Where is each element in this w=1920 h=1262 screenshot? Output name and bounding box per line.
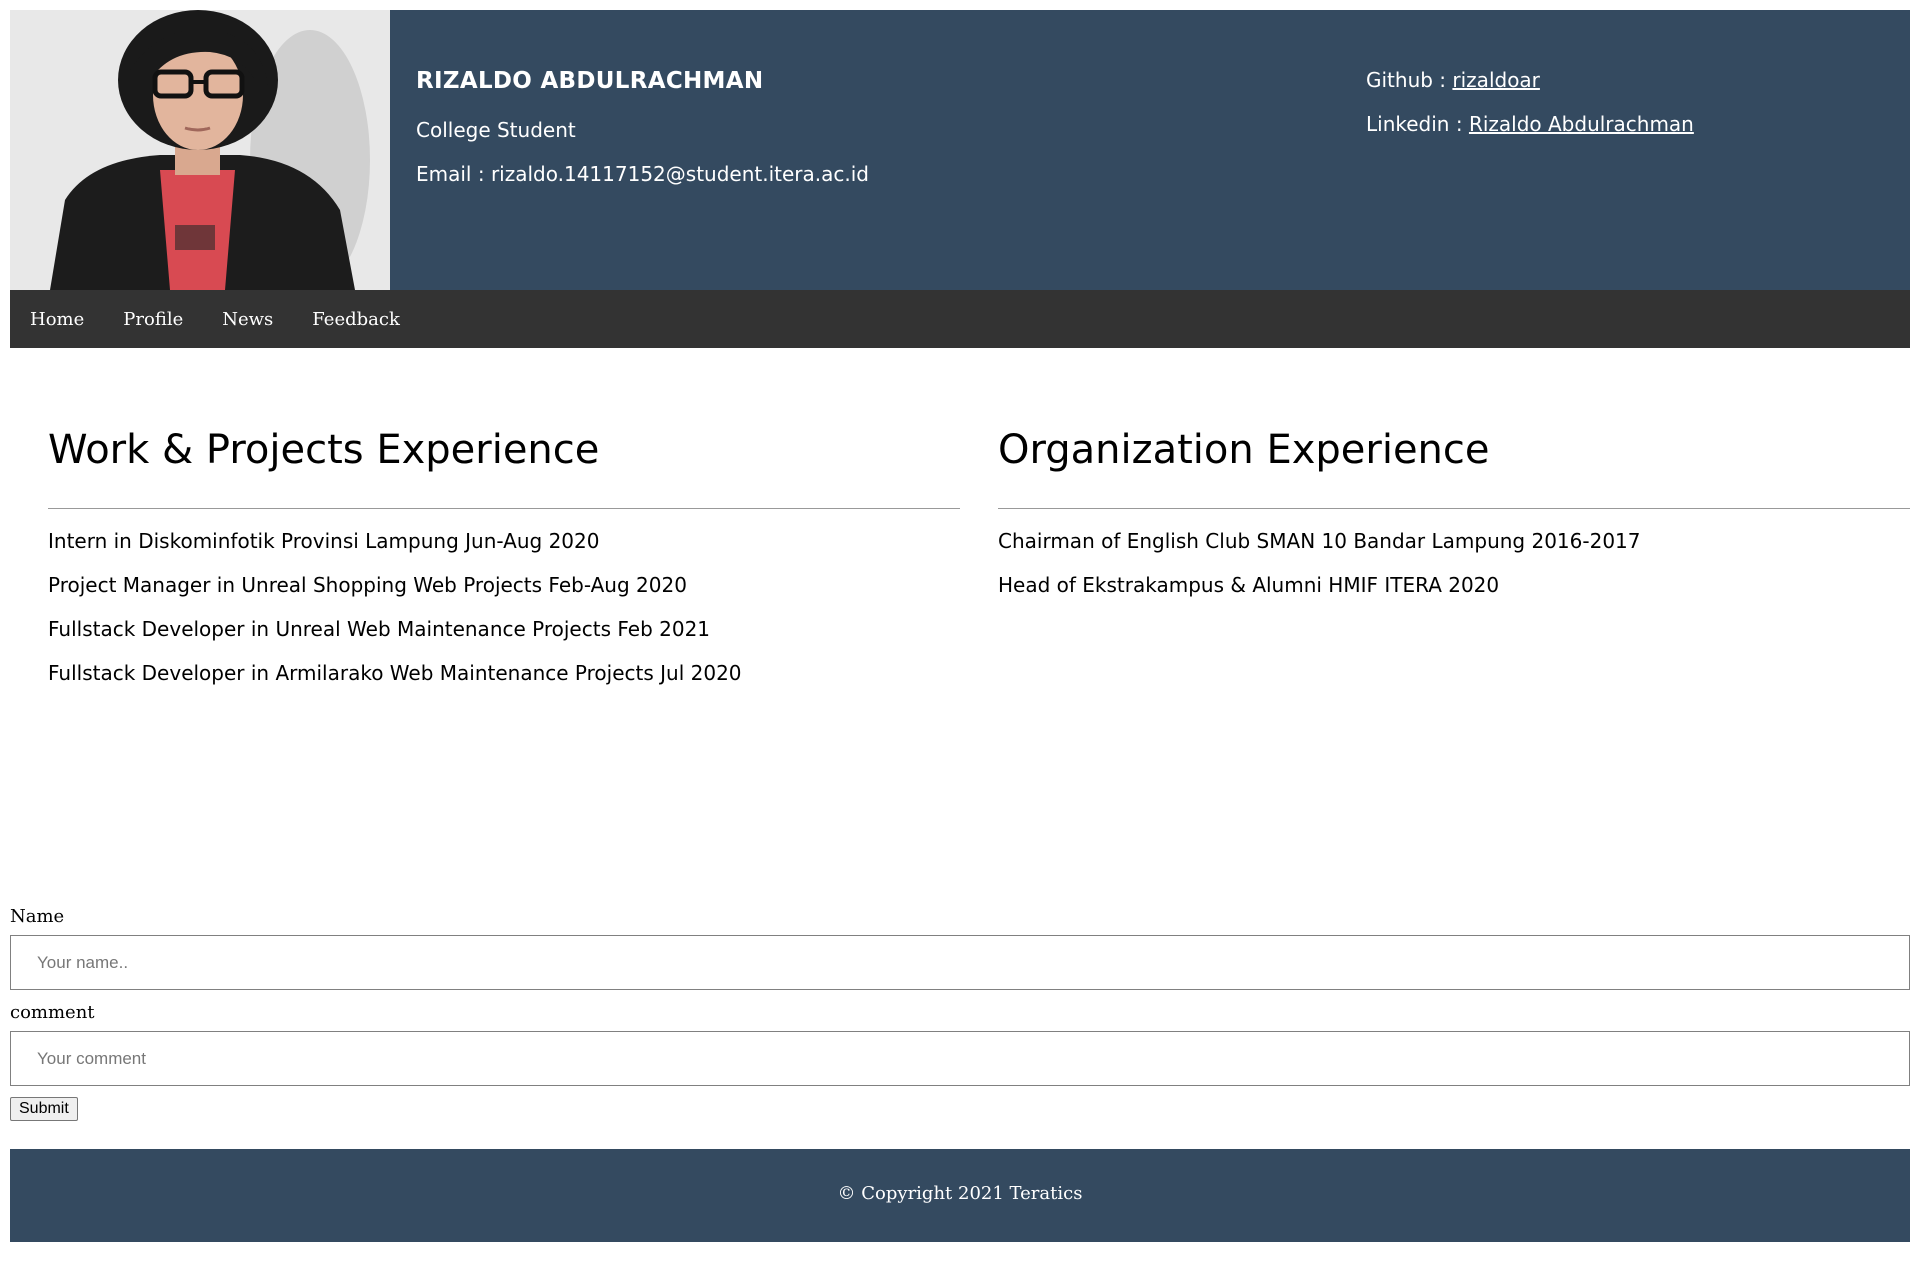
linkedin-label: Linkedin :: [1366, 112, 1469, 136]
profile-role: College Student: [416, 118, 576, 142]
linkedin-link[interactable]: Rizaldo Abdulrachman: [1469, 112, 1694, 136]
organization-divider: [998, 508, 1910, 509]
footer: © Copyright 2021 Teratics: [10, 1149, 1910, 1242]
organization-title: Organization Experience: [998, 427, 1490, 473]
nav-item-news[interactable]: News: [222, 309, 273, 330]
profile-name: RIZALDO ABDULRACHMAN: [416, 68, 764, 94]
work-item: Fullstack Developer in Unreal Web Mainte…: [48, 617, 711, 641]
nav-item-home[interactable]: Home: [30, 309, 84, 330]
github-label: Github :: [1366, 68, 1453, 92]
comment-input[interactable]: [10, 1031, 1910, 1086]
email-label: Email :: [416, 162, 491, 186]
name-input[interactable]: [10, 935, 1910, 990]
experience-section: Work & Projects Experience Intern in Dis…: [10, 428, 1910, 705]
profile-photo: [10, 10, 390, 290]
work-item: Intern in Diskominfotik Provinsi Lampung…: [48, 529, 600, 553]
github-row: Github : rizaldoar: [1366, 68, 1694, 92]
comment-label: comment: [10, 1002, 95, 1023]
intro-block: RIZALDO ABDULRACHMAN College Student Ema…: [390, 10, 1366, 290]
nav-item-feedback[interactable]: Feedback: [312, 309, 400, 330]
linkedin-row: Linkedin : Rizaldo Abdulrachman: [1366, 112, 1694, 136]
work-column: Work & Projects Experience Intern in Dis…: [48, 428, 960, 705]
top-nav: Home Profile News Feedback: [10, 290, 1910, 348]
email-value: rizaldo.14117152@student.itera.ac.id: [490, 162, 869, 186]
work-item: Project Manager in Unreal Shopping Web P…: [48, 573, 687, 597]
organization-column: Organization Experience Chairman of Engl…: [998, 428, 1910, 705]
nav-item-profile[interactable]: Profile: [123, 309, 183, 330]
organization-item: Chairman of English Club SMAN 10 Bandar …: [998, 529, 1641, 553]
work-divider: [48, 508, 960, 509]
work-item: Fullstack Developer in Armilarako Web Ma…: [48, 661, 742, 685]
profile-email-row: Email : rizaldo.14117152@student.itera.a…: [416, 162, 1366, 186]
submit-button[interactable]: Submit: [10, 1097, 78, 1121]
name-label: Name: [10, 906, 65, 927]
page: RIZALDO ABDULRACHMAN College Student Ema…: [10, 10, 1910, 1242]
work-title: Work & Projects Experience: [48, 427, 600, 473]
profile-header: RIZALDO ABDULRACHMAN College Student Ema…: [10, 10, 1910, 290]
organization-item: Head of Ekstrakampus & Alumni HMIF ITERA…: [998, 573, 1500, 597]
social-links: Github : rizaldoar Linkedin : Rizaldo Ab…: [1366, 10, 1694, 290]
copyright-text: © Copyright 2021 Teratics: [837, 1183, 1083, 1204]
feedback-form: Name comment Submit: [10, 906, 1910, 1121]
github-link[interactable]: rizaldoar: [1452, 68, 1540, 92]
